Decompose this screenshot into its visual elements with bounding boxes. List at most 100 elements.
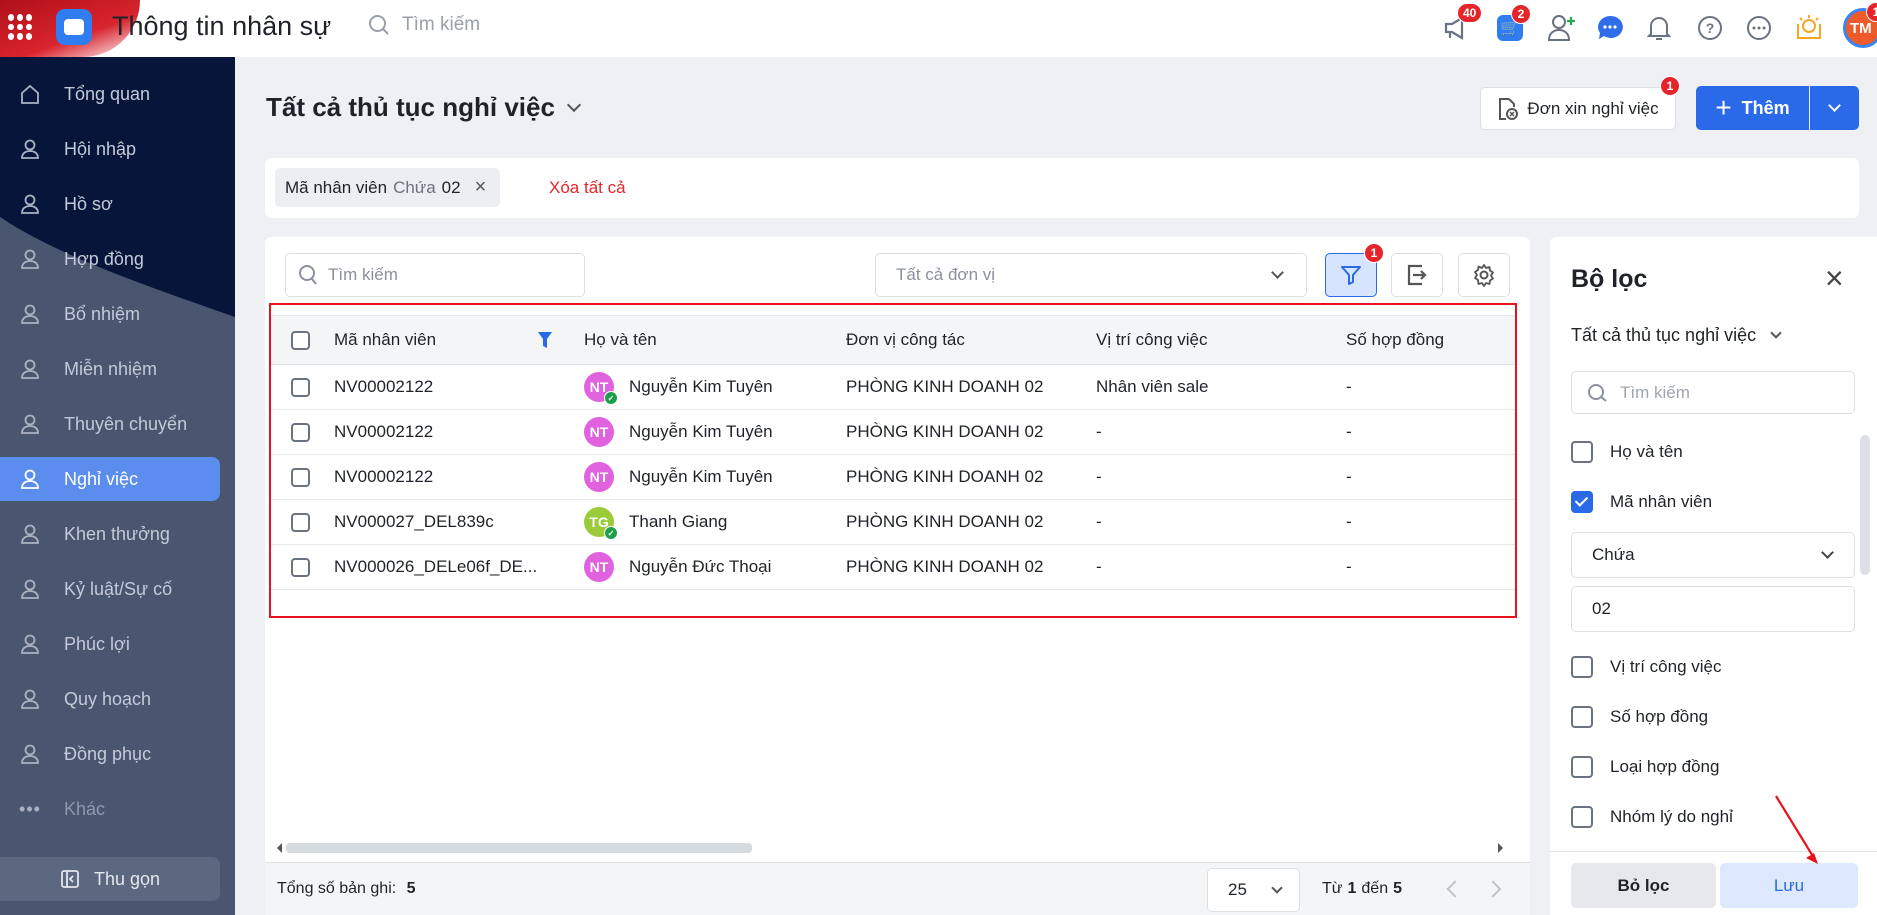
filter-chip-operator: Chứa xyxy=(393,177,436,197)
checkbox[interactable] xyxy=(1571,706,1593,728)
resignation-letter-label: Đơn xin nghỉ việc xyxy=(1527,98,1659,118)
chevron-down-icon xyxy=(1828,99,1841,112)
add-button[interactable]: + Thêm xyxy=(1696,86,1809,130)
sidebar-item-appoint[interactable]: Bổ nhiệm xyxy=(0,292,220,336)
filter-count-badge: 1 xyxy=(1364,243,1384,263)
scrollbar-thumb[interactable] xyxy=(286,843,752,853)
collapse-icon xyxy=(61,870,79,888)
svg-text:?: ? xyxy=(1706,20,1715,36)
global-search[interactable]: Tìm kiếm xyxy=(368,14,480,36)
help-icon[interactable]: ? xyxy=(1694,12,1726,44)
unit-select-placeholder: Tất cả đơn vị xyxy=(896,265,996,284)
global-search-placeholder: Tìm kiếm xyxy=(402,14,481,35)
appoint-icon xyxy=(18,302,42,326)
page-title-dropdown[interactable]: Tất cả thủ tục nghỉ việc xyxy=(266,92,582,123)
highlight-box xyxy=(269,303,1517,618)
sidebar-item-home[interactable]: Tổng quan xyxy=(0,72,220,116)
table-search-input[interactable]: Tìm kiếm xyxy=(285,253,585,297)
cart-badge: 2 xyxy=(1511,4,1531,24)
export-button[interactable] xyxy=(1391,253,1443,297)
chevron-down-icon xyxy=(1271,266,1284,279)
filter-field-contract-number[interactable]: Số hợp đồng xyxy=(1571,706,1708,728)
chat-icon[interactable] xyxy=(1594,12,1626,44)
cart-icon[interactable]: 🛒 2 xyxy=(1494,4,1531,44)
apps-grid-icon[interactable] xyxy=(8,14,34,40)
table-settings-button[interactable] xyxy=(1458,253,1510,297)
clear-all-filters-link[interactable]: Xóa tất cả xyxy=(549,178,626,198)
sidebar-item-label: Quy hoạch xyxy=(64,688,152,709)
chevron-down-icon xyxy=(1271,882,1283,894)
sidebar-item-profile[interactable]: Hồ sơ xyxy=(0,182,220,226)
more-icon: ••• xyxy=(19,798,41,819)
page-range: Từ 1 đến 5 xyxy=(1322,880,1402,898)
sidebar-item-dismiss[interactable]: Miễn nhiệm xyxy=(0,347,220,391)
collapse-sidebar-button[interactable]: Thu gọn xyxy=(0,857,220,901)
export-icon xyxy=(1407,264,1427,286)
filter-view-dropdown[interactable]: Tất cả thủ tục nghỉ việc xyxy=(1571,325,1782,346)
filter-field-contract-type[interactable]: Loại hợp đồng xyxy=(1571,756,1719,778)
sidebar-item-label: Hợp đồng xyxy=(64,248,144,269)
sidebar-item-uniform[interactable]: Đồng phục xyxy=(0,732,220,776)
collapse-label: Thu gọn xyxy=(93,868,161,889)
sidebar-item-label: Khác xyxy=(64,798,106,819)
sidebar-item-transfer[interactable]: Thuyên chuyển xyxy=(0,402,220,446)
filter-field-resignation-reason-group[interactable]: Nhóm lý do nghỉ xyxy=(1571,806,1733,828)
range-to: 5 xyxy=(1393,880,1402,897)
notification-bell-icon[interactable] xyxy=(1643,12,1675,44)
sidebar-item-contract[interactable]: Hợp đồng xyxy=(0,237,220,281)
filter-field-full-name[interactable]: Họ và tên xyxy=(1571,441,1683,463)
idea-lightbulb-icon[interactable] xyxy=(1793,12,1825,44)
resign-icon xyxy=(18,467,42,491)
announcement-badge: 40 xyxy=(1457,3,1483,23)
filter-field-employee-code[interactable]: Mã nhân viên xyxy=(1571,491,1712,513)
top-bar: Thông tin nhân sự Tìm kiếm 40 🛒 2 ? TM 1 xyxy=(0,0,1877,57)
filter-field-position[interactable]: Vị trí công việc xyxy=(1571,656,1722,678)
checkbox-checked[interactable] xyxy=(1571,491,1593,513)
remove-filter-icon[interactable]: × xyxy=(475,176,487,199)
filter-operator-select[interactable]: Chứa xyxy=(1571,532,1855,578)
sidebar-item-onboarding[interactable]: Hội nhập xyxy=(0,127,220,171)
profile-icon xyxy=(18,192,42,216)
sidebar-item-resign[interactable]: Nghỉ việc xyxy=(0,457,220,501)
app-logo xyxy=(56,9,92,45)
benefit-icon xyxy=(18,632,42,656)
document-cancel-icon xyxy=(1499,97,1519,120)
filter-field-search-input[interactable]: Tìm kiếm xyxy=(1571,371,1855,414)
sidebar-item-label: Tổng quan xyxy=(64,83,151,104)
page-size-select[interactable]: 25 xyxy=(1207,868,1300,912)
filter-funnel-icon xyxy=(1341,266,1361,285)
unit-select[interactable]: Tất cả đơn vị xyxy=(875,253,1307,297)
scroll-right-arrow[interactable] xyxy=(1498,843,1508,853)
sidebar-item-benefit[interactable]: Phúc lợi xyxy=(0,622,220,666)
checkbox[interactable] xyxy=(1571,656,1593,678)
filter-view-label: Tất cả thủ tục nghỉ việc xyxy=(1571,325,1757,345)
checkbox[interactable] xyxy=(1571,441,1593,463)
horizontal-scrollbar[interactable] xyxy=(270,840,1510,856)
filter-panel-scrollbar[interactable] xyxy=(1860,435,1870,575)
total-records: Tổng số bản ghi: 5 xyxy=(277,880,416,898)
filter-field-label: Mã nhân viên xyxy=(1610,492,1713,511)
more-icon[interactable] xyxy=(1743,12,1775,44)
announcement-icon[interactable]: 40 xyxy=(1441,3,1483,44)
scroll-left-arrow[interactable] xyxy=(272,843,282,853)
sidebar-item-more[interactable]: ••• Khác xyxy=(0,787,220,831)
filter-chip[interactable]: Mã nhân viên Chứa 02 × xyxy=(275,168,501,207)
sidebar-item-planning[interactable]: Quy hoạch xyxy=(0,677,220,721)
contract-icon xyxy=(18,247,42,271)
checkbox[interactable] xyxy=(1571,806,1593,828)
sidebar-item-reward[interactable]: Khen thưởng xyxy=(0,512,220,556)
sidebar-item-discipline[interactable]: Kỷ luật/Sự cố xyxy=(0,567,220,611)
planning-icon xyxy=(18,687,42,711)
checkbox[interactable] xyxy=(1571,756,1593,778)
resignation-letter-button[interactable]: Đơn xin nghỉ việc xyxy=(1480,87,1676,130)
clear-filter-button[interactable]: Bỏ lọc xyxy=(1571,863,1716,908)
search-icon xyxy=(299,265,317,285)
filter-value-input[interactable]: 02 xyxy=(1571,586,1855,632)
plus-icon: + xyxy=(1715,92,1732,123)
chevron-down-icon xyxy=(566,97,582,112)
filter-panel-title: Bộ lọc xyxy=(1571,265,1648,293)
add-options-dropdown-button[interactable] xyxy=(1810,86,1859,130)
close-filter-panel-icon[interactable]: × xyxy=(1825,262,1844,294)
add-user-icon[interactable] xyxy=(1546,12,1578,44)
search-icon xyxy=(369,15,389,35)
